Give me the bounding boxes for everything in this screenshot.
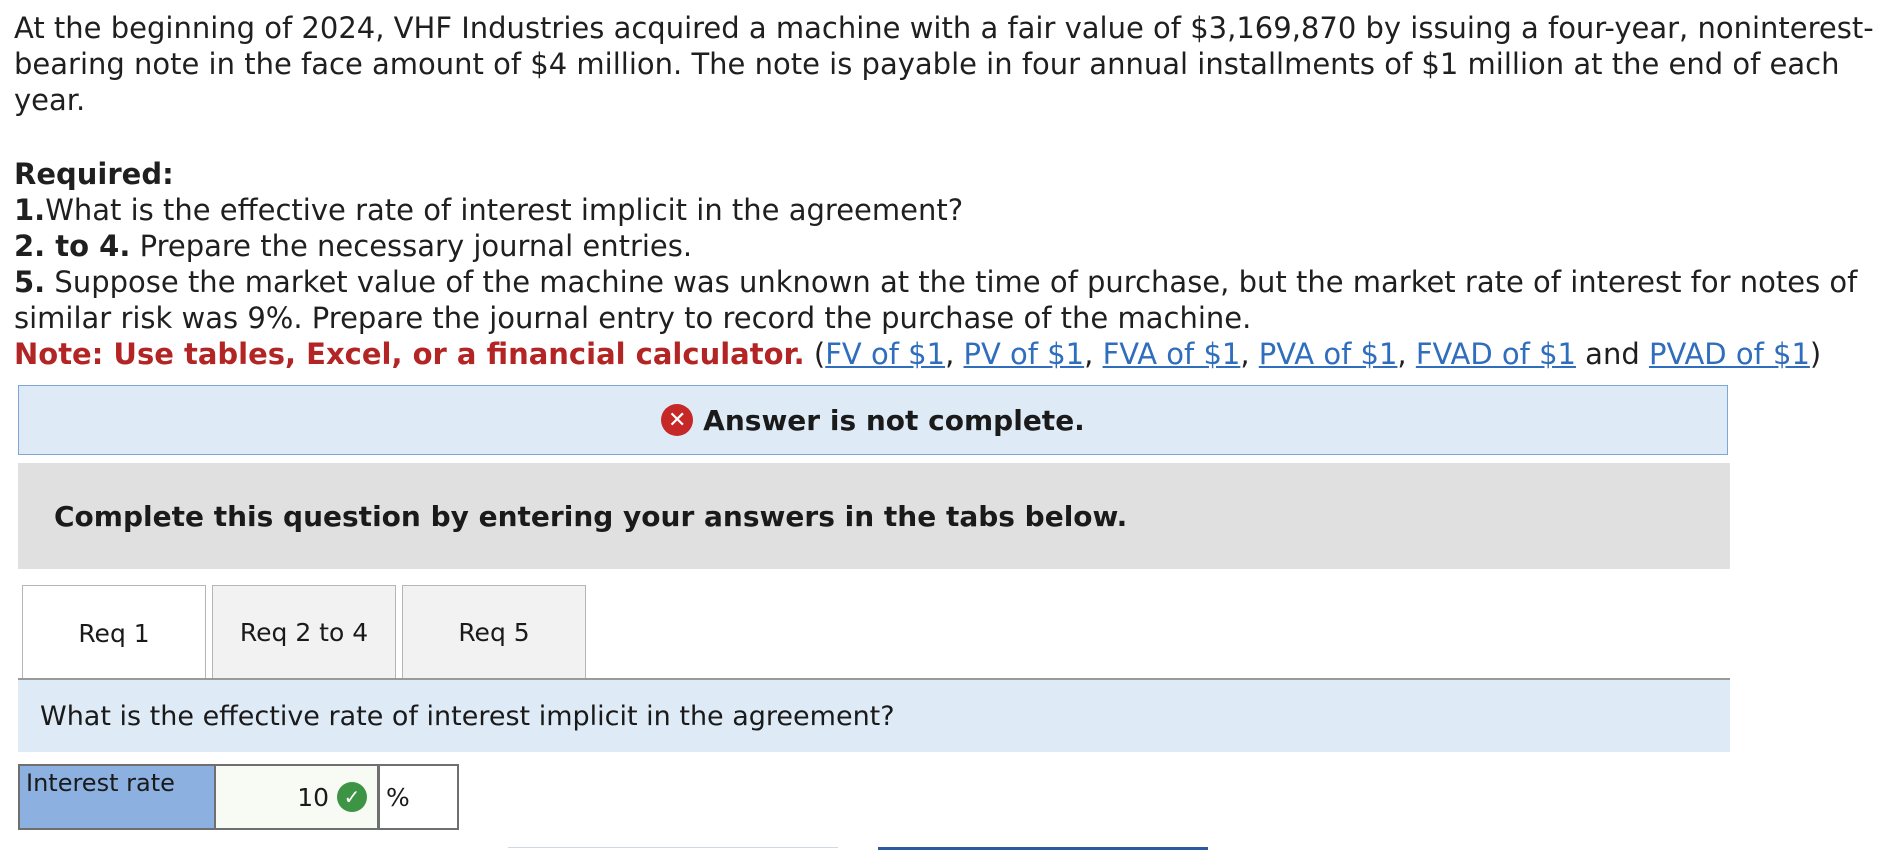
interest-rate-label: Interest rate (18, 764, 216, 830)
requirement-2-4: 2. to 4. Prepare the necessary journal e… (14, 229, 693, 263)
requirement-tabs: Req 1 Req 2 to 4 Req 5 (22, 585, 592, 680)
note-label: Note: Use tables, Excel, or a financial … (14, 337, 805, 371)
tab-req-2-to-4[interactable]: Req 2 to 4 (212, 585, 396, 679)
instructions-panel: Complete this question by entering your … (18, 463, 1730, 569)
x-circle-icon: ✕ (661, 404, 694, 436)
note-line: Note: Use tables, Excel, or a financial … (14, 337, 1822, 371)
required-heading: Required: (14, 157, 174, 191)
check-circle-icon: ✓ (337, 782, 367, 812)
link-pvad-of-1[interactable]: PVAD of $1 (1649, 337, 1810, 371)
tab-req-5[interactable]: Req 5 (402, 585, 586, 679)
question-text: What is the effective rate of interest i… (40, 700, 895, 732)
requirement-1: 1.What is the effective rate of interest… (14, 193, 964, 227)
interest-rate-value: 10 (297, 782, 329, 812)
link-pv-of-1[interactable]: PV of $1 (964, 337, 1085, 371)
link-fv-of-1[interactable]: FV of $1 (825, 337, 945, 371)
problem-statement: At the beginning of 2024, VHF Industries… (14, 10, 1894, 372)
problem-intro: At the beginning of 2024, VHF Industries… (14, 11, 1874, 117)
link-fva-of-1[interactable]: FVA of $1 (1103, 337, 1241, 371)
tab-req-1[interactable]: Req 1 (22, 585, 206, 680)
answer-status-text: Answer is not complete. (703, 403, 1085, 437)
question-prompt: What is the effective rate of interest i… (18, 680, 1730, 752)
prev-button-edge[interactable] (508, 847, 838, 852)
link-fvad-of-1[interactable]: FVAD of $1 (1416, 337, 1576, 371)
instructions-text: Complete this question by entering your … (54, 499, 1128, 533)
percent-unit: % (379, 764, 459, 830)
answer-status-banner: ✕ Answer is not complete. (18, 385, 1728, 455)
link-pva-of-1[interactable]: PVA of $1 (1259, 337, 1398, 371)
requirement-5: 5. Suppose the market value of the machi… (14, 265, 1858, 335)
answer-table: Interest rate 10 ✓ % (18, 764, 459, 830)
interest-rate-input[interactable]: 10 ✓ (216, 764, 379, 830)
